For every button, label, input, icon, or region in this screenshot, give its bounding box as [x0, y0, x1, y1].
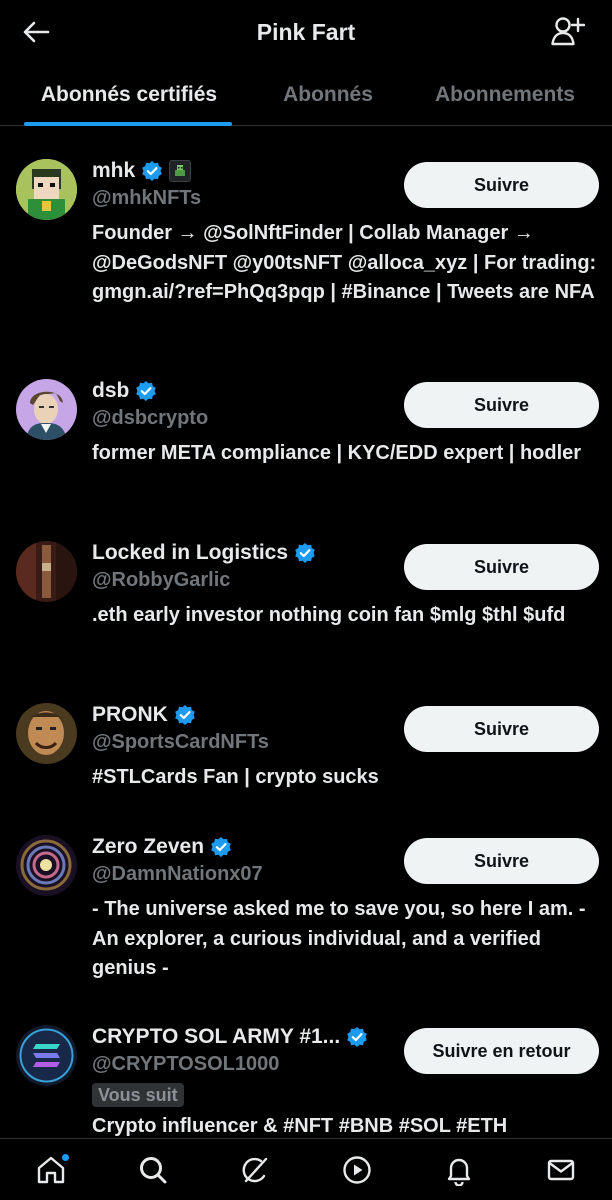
avatar[interactable] [16, 159, 77, 220]
name-line: CRYPTO SOL ARMY #1... [92, 1023, 368, 1051]
user-handle: @CRYPTOSOL1000 [92, 1053, 280, 1075]
tab-label: Abonnés [283, 83, 373, 106]
follow-button[interactable]: Suivre [404, 162, 599, 208]
nav-video[interactable] [332, 1145, 382, 1195]
notification-dot [61, 1152, 70, 1162]
verified-badge-icon [175, 705, 195, 725]
nav-notifications[interactable] [434, 1145, 484, 1195]
list-item[interactable]: Locked in Logistics @RobbyGarlic Suivre … [0, 509, 612, 671]
tab-label: Abonnés certifiés [40, 83, 218, 106]
play-icon [343, 1155, 371, 1184]
follow-button[interactable]: Suivre [404, 544, 599, 590]
avatar[interactable] [16, 835, 77, 896]
avatar[interactable] [16, 379, 77, 440]
page-title: Pink Fart [256, 18, 356, 45]
verified-badge-icon [136, 381, 157, 401]
display-name[interactable]: Locked in Logistics [92, 541, 288, 565]
back-button[interactable] [20, 16, 52, 48]
verified-badge-icon [211, 837, 231, 857]
tab-label: Abonnements [434, 83, 575, 106]
nav-messages[interactable] [536, 1145, 586, 1195]
follows-you-badge: Vous suit [92, 1083, 184, 1107]
bell-icon [447, 1158, 471, 1186]
user-bio: #STLCards Fan | crypto sucks [92, 766, 379, 788]
display-name[interactable]: Zero Zeven [92, 835, 204, 859]
name-line: Locked in Logistics [92, 539, 316, 567]
verified-badge-icon [347, 1027, 367, 1047]
verified-badge-icon [295, 543, 315, 563]
user-handle: @SportsCardNFTs [92, 731, 269, 753]
display-name[interactable]: PRONK [92, 703, 168, 727]
list-item[interactable]: CRYPTO SOL ARMY #1... @CRYPTOSOL1000 Vou… [0, 993, 612, 1138]
follow-button[interactable]: Suivre [404, 838, 599, 884]
tab-bar: Abonnés certifiés Abonnés Abonnements [0, 64, 612, 126]
nav-grok[interactable] [230, 1145, 280, 1195]
user-bio: .eth early investor nothing coin fan $ml… [92, 604, 566, 626]
search-icon [140, 1156, 167, 1183]
add-user-icon [551, 17, 585, 46]
follow-back-button[interactable]: Suivre en retour [404, 1028, 599, 1074]
follow-button[interactable]: Suivre [404, 706, 599, 752]
display-name[interactable]: dsb [92, 379, 129, 403]
verified-badge-icon [142, 161, 162, 181]
list-item[interactable]: Zero Zeven @DamnNationx07 Suivre - The u… [0, 803, 612, 993]
list-item[interactable]: PRONK @SportsCardNFTs Suivre #STLCards F… [0, 671, 612, 803]
user-bio: - The universe asked me to save you, so … [92, 898, 586, 979]
user-bio: Founder → @SolNftFinder | Collab Manager… [92, 222, 597, 303]
user-handle: @RobbyGarlic [92, 569, 231, 591]
mail-icon [547, 1159, 575, 1180]
user-handle: @dsbcrypto [92, 407, 209, 429]
tab-following[interactable]: Abonnements [398, 64, 612, 126]
user-bio: Crypto influencer & #NFT #BNB #SOL #ETH [92, 1115, 508, 1137]
tab-followers[interactable]: Abonnés [258, 64, 398, 126]
list-item[interactable]: mhk @mhkNFTs Suivre Founder → @SolNftFin… [0, 127, 612, 347]
name-line: PRONK [92, 701, 196, 729]
affiliate-badge-icon [169, 160, 192, 182]
list-item[interactable]: dsb @dsbcrypto Suivre former META compli… [0, 347, 612, 509]
display-name[interactable]: mhk [92, 159, 135, 183]
top-bar: Pink Fart [0, 0, 612, 64]
name-line: mhk [92, 157, 192, 185]
avatar[interactable] [16, 541, 77, 602]
nav-home[interactable] [26, 1145, 76, 1195]
avatar[interactable] [16, 1025, 77, 1086]
avatar[interactable] [16, 703, 77, 764]
display-name[interactable]: CRYPTO SOL ARMY #1... [92, 1025, 340, 1049]
add-user-button[interactable] [550, 14, 586, 48]
nav-search[interactable] [128, 1145, 178, 1195]
grok-icon [242, 1157, 268, 1182]
name-line: dsb [92, 377, 157, 405]
arrow-left-icon [23, 21, 50, 43]
user-handle: @mhkNFTs [92, 187, 202, 209]
tab-verified-followers[interactable]: Abonnés certifiés [0, 64, 258, 126]
follow-button[interactable]: Suivre [404, 382, 599, 428]
user-handle: @DamnNationx07 [92, 863, 263, 885]
user-bio: former META compliance | KYC/EDD expert … [92, 442, 582, 464]
active-tab-indicator [24, 122, 232, 126]
name-line: Zero Zeven [92, 833, 232, 861]
bottom-nav [0, 1138, 612, 1200]
app-root: Pink Fart Abonnés certifiés Abonnés Abon… [0, 0, 612, 1200]
